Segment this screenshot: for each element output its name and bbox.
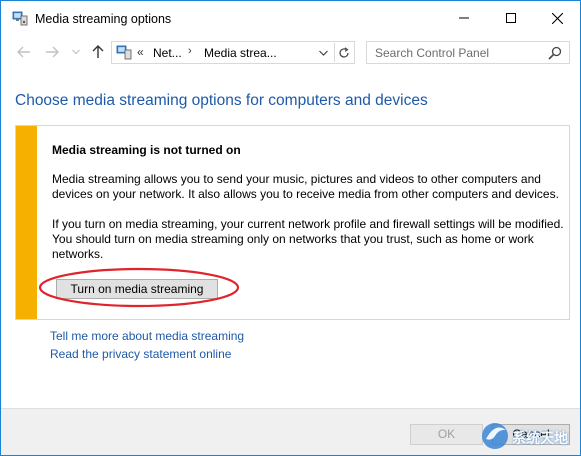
status-title: Media streaming is not turned on xyxy=(52,143,241,157)
arrow-left-icon xyxy=(17,46,30,58)
maximize-button[interactable] xyxy=(488,1,534,35)
search-icon[interactable] xyxy=(548,46,562,60)
chevron-down-icon xyxy=(72,49,80,55)
title-bar: Media streaming options xyxy=(1,1,580,35)
maximize-icon xyxy=(506,13,516,23)
more-info-link[interactable]: Tell me more about media streaming xyxy=(50,329,244,343)
highlight-annotation xyxy=(38,267,240,308)
breadcrumb-separator[interactable]: › xyxy=(188,45,192,57)
privacy-statement-link[interactable]: Read the privacy statement online xyxy=(50,347,231,361)
navigation-bar: « Net... › Media strea... Search Control… xyxy=(1,35,580,69)
warning-paragraph: If you turn on media streaming, your cur… xyxy=(52,217,564,261)
refresh-button[interactable] xyxy=(334,43,353,62)
recent-locations-button[interactable] xyxy=(65,41,87,63)
ok-button[interactable]: OK xyxy=(410,424,483,445)
breadcrumb-network[interactable]: Net... xyxy=(153,46,182,60)
address-bar[interactable]: « Net... › Media strea... xyxy=(111,41,355,64)
forward-button[interactable] xyxy=(41,41,63,63)
search-box[interactable]: Search Control Panel xyxy=(366,41,570,64)
close-button[interactable] xyxy=(534,1,580,35)
hidden-locations-chevron[interactable]: « xyxy=(137,45,144,59)
streaming-status-panel: Media streaming is not turned on Media s… xyxy=(15,125,570,320)
up-button[interactable] xyxy=(87,41,109,63)
warning-accent-bar xyxy=(16,126,37,319)
description-paragraph: Media streaming allows you to send your … xyxy=(52,172,559,201)
media-streaming-window: Media streaming options « Net... › Media… xyxy=(0,0,581,456)
search-input[interactable]: Search Control Panel xyxy=(375,46,489,60)
arrow-up-icon xyxy=(92,45,104,58)
minimize-button[interactable] xyxy=(441,1,487,35)
arrow-right-icon xyxy=(46,46,59,58)
window-title: Media streaming options xyxy=(35,12,172,26)
page-title: Choose media streaming options for compu… xyxy=(15,92,428,109)
close-icon xyxy=(551,12,563,24)
control-panel-icon xyxy=(116,45,132,60)
minimize-icon xyxy=(459,17,469,19)
breadcrumb-media-streaming[interactable]: Media strea... xyxy=(204,46,277,60)
media-network-icon xyxy=(12,11,28,26)
watermark-text: 系统天地 xyxy=(512,430,568,446)
address-dropdown-button[interactable] xyxy=(317,46,329,60)
back-button[interactable] xyxy=(13,41,35,63)
refresh-icon xyxy=(339,46,349,58)
chevron-down-icon xyxy=(318,50,328,56)
